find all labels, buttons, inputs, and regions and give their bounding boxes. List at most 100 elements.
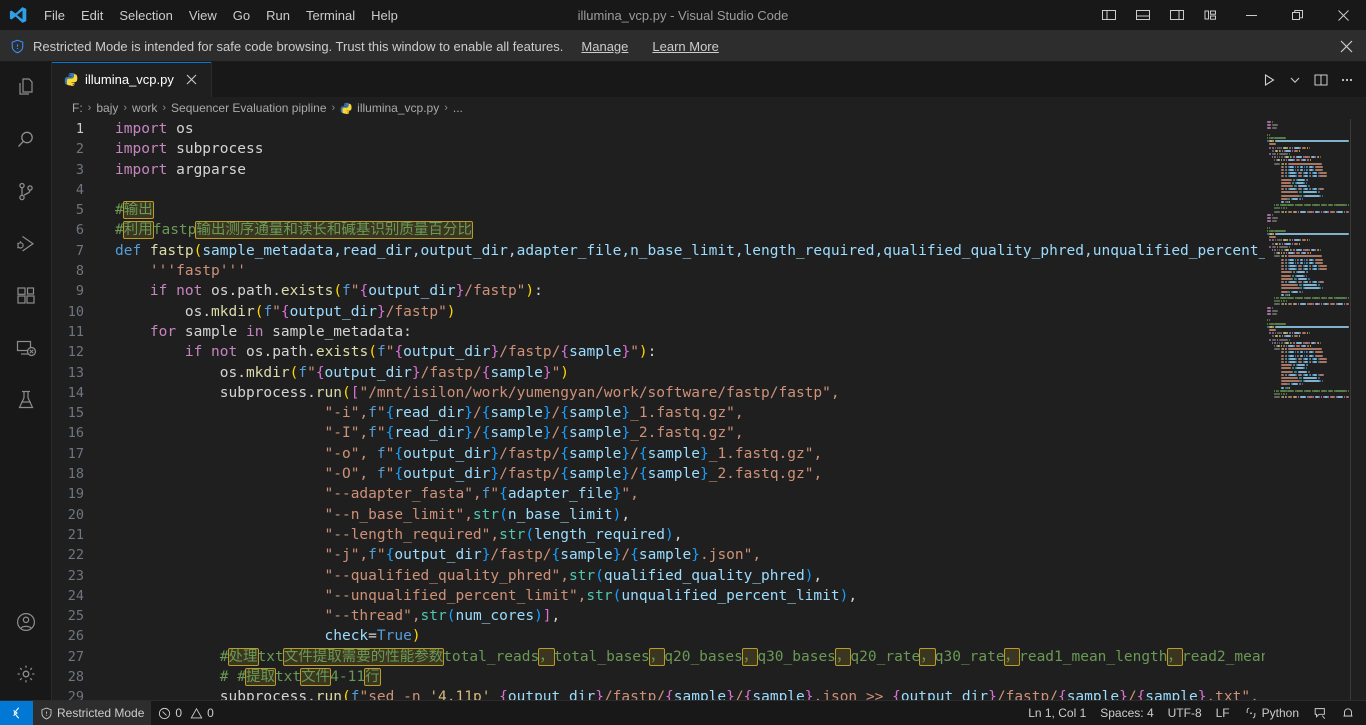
code-line[interactable]: 28 # #提取txt文件4-11行 xyxy=(52,667,1265,687)
code-line[interactable]: 7 def fastp(sample_metadata,read_dir,outp… xyxy=(52,241,1265,261)
activitybar-explorer[interactable] xyxy=(0,62,52,114)
code-line[interactable]: 1 import os xyxy=(52,119,1265,139)
banner-close-icon[interactable] xyxy=(1326,40,1366,53)
line-number: 21 xyxy=(67,526,84,543)
code-line[interactable]: 21 "--length_required",str(length_requir… xyxy=(52,525,1265,545)
menu-selection[interactable]: Selection xyxy=(111,0,180,31)
line-number: 27 xyxy=(67,648,84,665)
line-number: 23 xyxy=(67,567,84,584)
breadcrumb-item-bajy[interactable]: bajy xyxy=(96,101,118,115)
breadcrumb-separator: › xyxy=(87,102,92,114)
banner-link-manage[interactable]: Manage xyxy=(581,39,628,54)
code-line[interactable]: 20 "--n_base_limit",str(n_base_limit), xyxy=(52,505,1265,525)
code-line[interactable]: 23 "--qualified_quality_phred",str(quali… xyxy=(52,566,1265,586)
code-line[interactable]: 19 "--adapter_fasta",f"{adapter_file}", xyxy=(52,484,1265,504)
window-minimize-button[interactable] xyxy=(1228,0,1274,31)
line-number: 18 xyxy=(67,466,84,483)
split-editor-icon[interactable] xyxy=(1308,66,1334,94)
banner-link-learn-more[interactable]: Learn More xyxy=(652,39,718,54)
menu-run[interactable]: Run xyxy=(258,0,298,31)
breadcrumb-item-work[interactable]: work xyxy=(132,101,157,115)
tab-illumina-vcp-py[interactable]: illumina_vcp.py xyxy=(52,62,212,97)
code-line[interactable]: 13 os.mkdir(f"{output_dir}/fastp/{sample… xyxy=(52,363,1265,383)
activitybar-search[interactable] xyxy=(0,114,52,166)
activitybar-settings[interactable] xyxy=(0,648,52,700)
status-eol[interactable]: LF xyxy=(1209,701,1237,725)
code-line-text: subprocess.run(["/mnt/isilon/work/yumeng… xyxy=(115,384,840,401)
breadcrumb-item-pipeline[interactable]: Sequencer Evaluation pipline xyxy=(171,101,326,115)
menu-view[interactable]: View xyxy=(181,0,225,31)
code-line[interactable]: 10 os.mkdir(f"{output_dir}/fastp") xyxy=(52,302,1265,322)
activitybar-run-debug[interactable] xyxy=(0,218,52,270)
code-line[interactable]: 29 subprocess.run(f"sed -n '4,11p' {outp… xyxy=(52,687,1265,700)
menu-help[interactable]: Help xyxy=(363,0,406,31)
menu-terminal[interactable]: Terminal xyxy=(298,0,363,31)
code-line[interactable]: 16 "-I",f"{read_dir}/{sample}/{sample}_2… xyxy=(52,423,1265,443)
code-line[interactable]: 2 import subprocess xyxy=(52,139,1265,159)
code-line[interactable]: 9 if not os.path.exists(f"{output_dir}/f… xyxy=(52,281,1265,301)
editor-action-buttons xyxy=(1256,62,1366,97)
code-line[interactable]: 6 #利用fastp输出测序通量和读长和碱基识别质量百分比 xyxy=(52,220,1265,240)
status-remote-indicator[interactable] xyxy=(0,700,33,725)
code-line[interactable]: 11 for sample in sample_metadata: xyxy=(52,322,1265,342)
menu-edit[interactable]: Edit xyxy=(73,0,111,31)
code-line[interactable]: 26 check=True) xyxy=(52,626,1265,646)
window-close-button[interactable] xyxy=(1320,0,1366,31)
status-encoding[interactable]: UTF-8 xyxy=(1161,701,1209,725)
status-cursor-position[interactable]: Ln 1, Col 1 xyxy=(1021,701,1093,725)
menu-go[interactable]: Go xyxy=(225,0,258,31)
line-number: 9 xyxy=(75,283,84,300)
breadcrumb: F: › bajy › work › Sequencer Evaluation … xyxy=(52,97,1366,119)
ellipsis-icon[interactable] xyxy=(1334,66,1360,94)
code-line[interactable]: 22 "-j",f"{output_dir}/fastp/{sample}/{s… xyxy=(52,545,1265,565)
window-restore-button[interactable] xyxy=(1274,0,1320,31)
code-line[interactable]: 15 "-i",f"{read_dir}/{sample}/{sample}_1… xyxy=(52,403,1265,423)
code-line[interactable]: 24 "--unqualified_percent_limit",str(unq… xyxy=(52,586,1265,606)
breadcrumb-item-drive[interactable]: F: xyxy=(72,101,83,115)
breadcrumb-separator: › xyxy=(123,102,128,114)
activitybar-accounts[interactable] xyxy=(0,596,52,648)
code-line[interactable]: 18 "-O", f"{output_dir}/fastp/{sample}/{… xyxy=(52,464,1265,484)
status-feedback[interactable] xyxy=(1306,701,1334,725)
toggle-panel-icon[interactable] xyxy=(1126,0,1160,31)
status-notifications[interactable] xyxy=(1334,701,1362,725)
toggle-secondary-sidebar-icon[interactable] xyxy=(1160,0,1194,31)
banner-message: Restricted Mode is intended for safe cod… xyxy=(33,38,564,54)
minimap[interactable] xyxy=(1265,119,1366,700)
activitybar-remote-explorer[interactable] xyxy=(0,322,52,374)
line-number: 3 xyxy=(75,161,84,178)
code-line[interactable]: 27 #处理txt文件提取需要的性能参数total_reads，total_ba… xyxy=(52,647,1265,667)
status-indentation[interactable]: Spaces: 4 xyxy=(1093,701,1160,725)
breadcrumb-separator: › xyxy=(162,102,167,114)
code-line[interactable]: 12 if not os.path.exists(f"{output_dir}/… xyxy=(52,342,1265,362)
activitybar-testing[interactable] xyxy=(0,374,52,426)
code-line[interactable]: 17 "-o", f"{output_dir}/fastp/{sample}/{… xyxy=(52,444,1265,464)
activitybar-source-control[interactable] xyxy=(0,166,52,218)
code-line[interactable]: 3 import argparse xyxy=(52,160,1265,180)
customize-layout-icon[interactable] xyxy=(1194,0,1228,31)
code-line[interactable]: 25 "--thread",str(num_cores)], xyxy=(52,606,1265,626)
code-line-text: #利用fastp输出测序通量和读长和碱基识别质量百分比 xyxy=(115,221,473,240)
chevron-down-icon[interactable] xyxy=(1282,66,1308,94)
menu-file[interactable]: File xyxy=(36,0,73,31)
code-line[interactable]: 8 '''fastp''' xyxy=(52,261,1265,281)
status-restricted-mode[interactable]: Restricted Mode xyxy=(33,700,152,725)
breadcrumb-item-file[interactable]: illumina_vcp.py xyxy=(340,101,439,115)
status-language-mode[interactable]: Python xyxy=(1237,701,1306,725)
code-line[interactable]: 4 xyxy=(52,180,1265,200)
breadcrumb-item-symbols[interactable]: ... xyxy=(453,101,463,115)
code-viewport[interactable]: 1 import os 2 import subprocess 3 import argp… xyxy=(52,119,1265,700)
python-file-icon xyxy=(340,102,353,115)
line-number: 16 xyxy=(67,425,84,442)
status-problems[interactable]: 0 0 xyxy=(151,701,220,725)
code-editor[interactable]: 1 import os 2 import subprocess 3 import argp… xyxy=(52,119,1366,700)
code-line[interactable]: 5 #输出 xyxy=(52,200,1265,220)
run-python-file-button[interactable] xyxy=(1256,66,1282,94)
line-number: 15 xyxy=(67,405,84,422)
activitybar-extensions[interactable] xyxy=(0,270,52,322)
line-number: 7 xyxy=(75,242,84,259)
code-line-text: "-O", f"{output_dir}/fastp/{sample}/{sam… xyxy=(324,466,823,483)
toggle-primary-sidebar-icon[interactable] xyxy=(1092,0,1126,31)
tab-close-icon[interactable] xyxy=(183,71,201,89)
code-line[interactable]: 14 subprocess.run(["/mnt/isilon/work/yum… xyxy=(52,383,1265,403)
